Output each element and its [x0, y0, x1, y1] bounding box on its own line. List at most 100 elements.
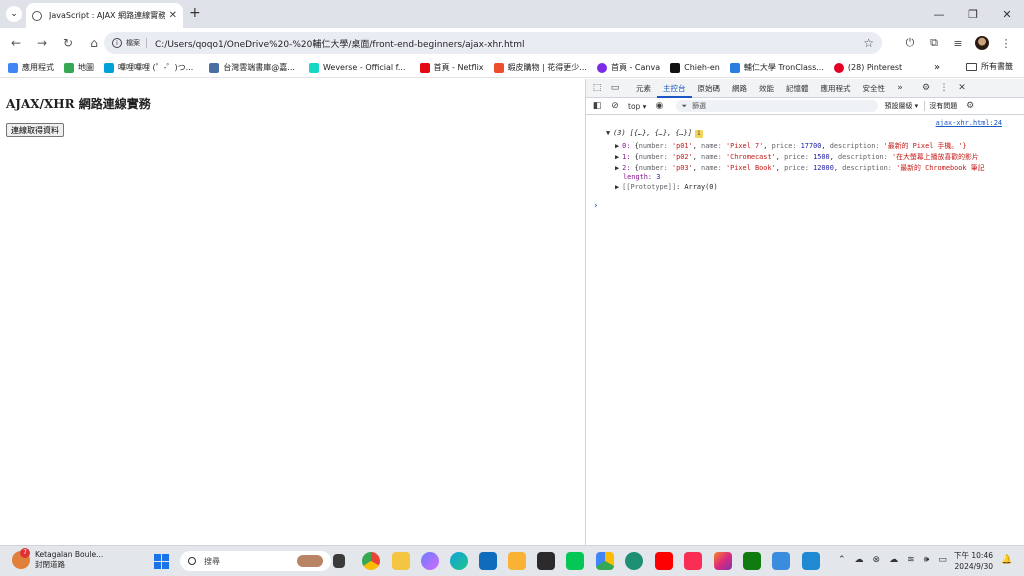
- source-link[interactable]: ajax-xhr.html:24: [936, 119, 1002, 127]
- outlook-icon[interactable]: [479, 552, 497, 570]
- battery-icon[interactable]: ▭: [938, 555, 947, 565]
- fetch-data-button[interactable]: 連線取得資料: [6, 123, 64, 137]
- expand-right-icon[interactable]: ▶: [615, 153, 619, 161]
- info-badge[interactable]: i: [694, 130, 703, 138]
- tab-console[interactable]: 主控台: [657, 79, 692, 98]
- restore-button[interactable]: ❐: [956, 0, 990, 28]
- wifi-icon[interactable]: ≋: [907, 555, 915, 565]
- weather-widget[interactable]: 7 Ketagalan Boule... 封閉道路: [12, 548, 103, 570]
- close-devtools-icon[interactable]: ✕: [953, 79, 971, 97]
- bookmark-item[interactable]: (28) Pinterest: [829, 62, 907, 73]
- reload-button[interactable]: ↻: [56, 31, 80, 55]
- tab-performance[interactable]: 效能: [753, 79, 780, 98]
- onedrive-icon[interactable]: ☁: [855, 555, 864, 565]
- music-icon[interactable]: [684, 552, 702, 570]
- notification-bell-icon[interactable]: 🔔: [1001, 555, 1012, 565]
- page-title: AJAX/XHR 網路連線實務: [6, 97, 151, 111]
- sidebar-toggle-icon[interactable]: ◧: [588, 97, 606, 115]
- youtube-icon[interactable]: [655, 552, 673, 570]
- shark-app-icon[interactable]: [772, 552, 790, 570]
- bookmark-star-icon[interactable]: ☆: [863, 36, 874, 50]
- bookmark-item[interactable]: 蝦皮購物 | 花得更少...: [489, 62, 592, 73]
- more-options-icon[interactable]: ⋮: [935, 79, 953, 97]
- taskbar-search[interactable]: 搜尋: [180, 551, 331, 571]
- bookmark-item[interactable]: 首頁 - Netflix: [415, 62, 489, 73]
- windows-start-icon[interactable]: [154, 554, 169, 569]
- prototype-row[interactable]: ▶ [[Prototype]]: Array(0): [615, 183, 718, 191]
- array-item-row[interactable]: ▶ 2: {number: 'p03', name: 'Pixel Book', …: [615, 162, 985, 172]
- more-bookmarks-icon[interactable]: »: [934, 62, 940, 73]
- bookmark-item[interactable]: 嗶哩嗶哩 (゜-゜)つ...: [99, 62, 198, 73]
- inspect-element-icon[interactable]: ⬚: [588, 79, 606, 97]
- instagram-icon[interactable]: [714, 552, 732, 570]
- close-tab-icon[interactable]: ✕: [169, 10, 177, 21]
- url-text[interactable]: C:/Users/qoqo1/OneDrive%20-%20輔仁大學/桌面/fr…: [155, 37, 524, 50]
- bookmark-item[interactable]: Chieh-en: [665, 62, 725, 73]
- menu-icon[interactable]: ⋮: [994, 31, 1018, 55]
- new-tab-button[interactable]: +: [189, 5, 201, 21]
- chrome-icon[interactable]: [362, 552, 380, 570]
- settings-gear-icon[interactable]: ⚙: [917, 79, 935, 97]
- tab-network[interactable]: 網路: [726, 79, 753, 98]
- task-view-icon[interactable]: [333, 554, 345, 568]
- context-select[interactable]: top ▾: [624, 102, 650, 111]
- line-icon[interactable]: [566, 552, 584, 570]
- cloud-sync-icon[interactable]: ☁: [889, 555, 898, 565]
- system-clock[interactable]: 下午 10:46 2024/9/30: [954, 550, 993, 572]
- home-button[interactable]: ⌂: [82, 31, 106, 55]
- bookmark-item[interactable]: 台灣雲端書庫@嘉...: [204, 62, 300, 73]
- bookmark-item[interactable]: 地圖: [59, 62, 99, 73]
- app-tray-icon[interactable]: ⊗: [873, 555, 881, 565]
- browser-tab[interactable]: JavaScript : AJAX 網路連線實務 ✕: [26, 3, 183, 28]
- bookmark-item[interactable]: Weverse - Official f...: [304, 62, 411, 73]
- more-tabs-icon[interactable]: »: [891, 79, 909, 97]
- chevron-up-icon[interactable]: ⌃: [838, 555, 846, 565]
- profile-avatar[interactable]: [970, 31, 994, 55]
- notes-icon[interactable]: [508, 552, 526, 570]
- tab-sources[interactable]: 原始碼: [692, 79, 727, 98]
- expand-right-icon[interactable]: ▶: [615, 142, 619, 150]
- media-icon[interactable]: ≡: [946, 31, 970, 55]
- edge-icon[interactable]: [450, 552, 468, 570]
- close-window-button[interactable]: ✕: [990, 0, 1024, 28]
- tab-search-button[interactable]: ⌄: [6, 6, 22, 22]
- tab-security[interactable]: 安全性: [857, 79, 892, 98]
- console-filter-input[interactable]: ⏷ 篩選: [676, 100, 879, 112]
- sticky-notes-icon[interactable]: [537, 552, 555, 570]
- power-icon[interactable]: ⏻: [898, 31, 922, 55]
- file-explorer-icon[interactable]: [392, 552, 410, 570]
- console-settings-gear-icon[interactable]: ⚙: [961, 97, 979, 115]
- expand-down-icon[interactable]: ▼: [606, 129, 610, 137]
- device-toolbar-icon[interactable]: ▭: [606, 79, 624, 97]
- expand-right-icon[interactable]: ▶: [615, 183, 619, 191]
- tab-application[interactable]: 應用程式: [815, 79, 857, 98]
- back-button[interactable]: ←: [4, 31, 28, 55]
- all-bookmarks-button[interactable]: 所有書籤: [966, 61, 1013, 72]
- forward-button[interactable]: →: [30, 31, 54, 55]
- search-highlight-image: [297, 555, 323, 567]
- google-drive-icon[interactable]: [596, 552, 614, 570]
- tab-memory[interactable]: 記憶體: [780, 79, 815, 98]
- minimize-button[interactable]: —: [922, 0, 956, 28]
- bookmark-item[interactable]: 應用程式: [0, 62, 59, 73]
- array-summary-row[interactable]: ▼ (3) [{…}, {…}, {…}] i: [606, 129, 703, 138]
- console-prompt-chevron-icon[interactable]: ›: [593, 201, 598, 211]
- expand-right-icon[interactable]: ▶: [615, 164, 619, 172]
- eye-icon[interactable]: ◉: [650, 97, 668, 115]
- log-levels-dropdown[interactable]: 預設層級 ▾: [884, 101, 926, 111]
- issues-counter[interactable]: 沒有問題: [925, 101, 961, 111]
- extensions-icon[interactable]: ⧉: [922, 31, 946, 55]
- bookmark-item[interactable]: 輔仁大學 TronClass...: [725, 62, 829, 73]
- info-icon[interactable]: i: [112, 38, 122, 48]
- tab-elements[interactable]: 元素: [630, 79, 657, 98]
- bookmark-item[interactable]: 首頁 - Canva: [592, 62, 665, 73]
- xbox-icon[interactable]: [743, 552, 761, 570]
- vscode-icon[interactable]: [802, 552, 820, 570]
- clear-console-icon[interactable]: ⊘: [606, 97, 624, 115]
- volume-icon[interactable]: 🕪: [924, 555, 930, 565]
- chatgpt-icon[interactable]: [625, 552, 643, 570]
- address-bar[interactable]: i 檔案 C:/Users/qoqo1/OneDrive%20-%20輔仁大學/…: [104, 32, 882, 54]
- array-item-row[interactable]: ▶ 0: {number: 'p01', name: 'Pixel 7', pri…: [615, 140, 967, 150]
- array-item-row[interactable]: ▶ 1: {number: 'p02', name: 'Chromecast', …: [615, 151, 979, 161]
- copilot-icon[interactable]: [421, 552, 439, 570]
